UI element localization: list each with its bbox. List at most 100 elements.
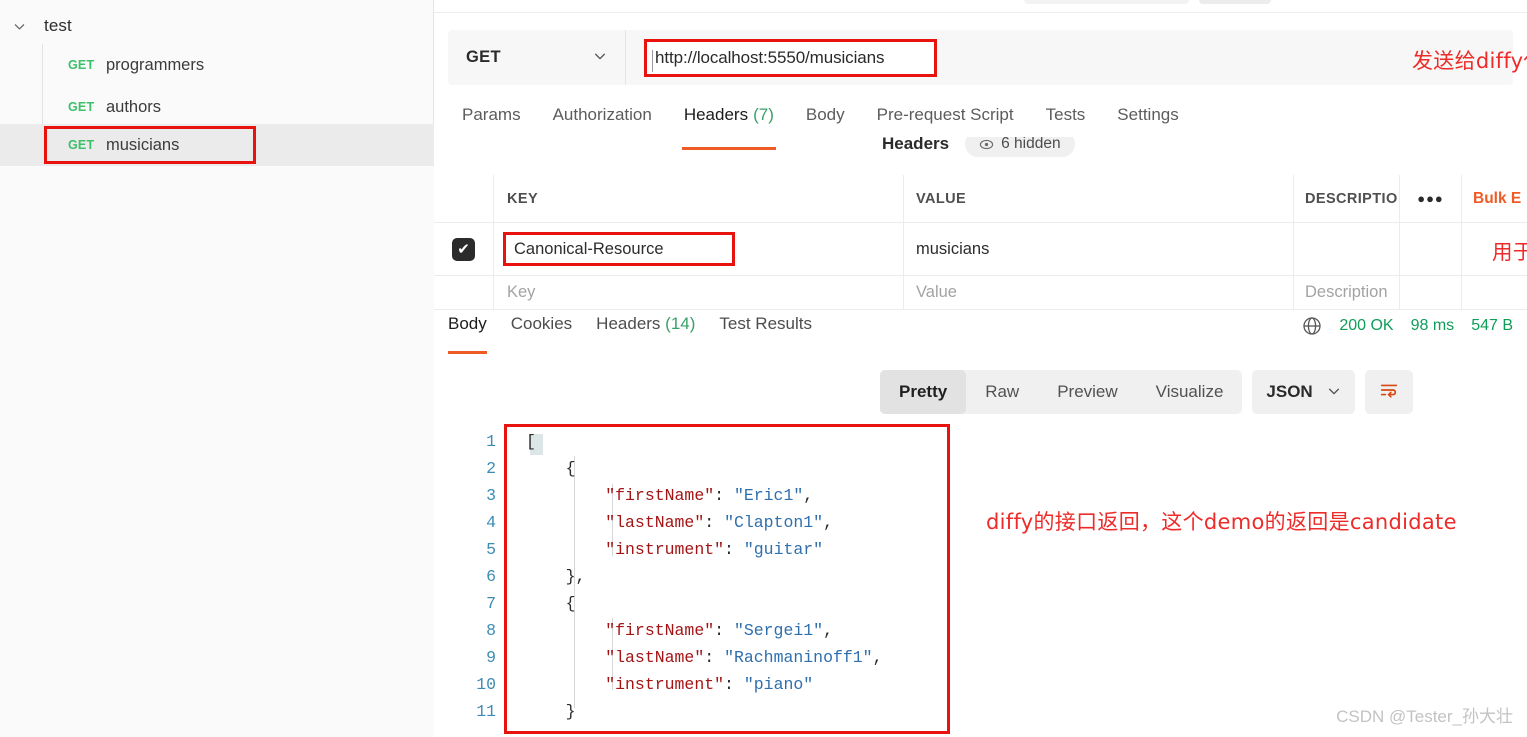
highlight-box-canonical-resource: Canonical-Resource bbox=[503, 232, 735, 266]
tab-label: Params bbox=[462, 105, 521, 124]
top-divider bbox=[434, 12, 1527, 13]
status-badge: 200 OK bbox=[1339, 317, 1394, 334]
clipped-save-button[interactable] bbox=[1024, 0, 1189, 4]
code-line: 8 "firstName": "Sergei1", bbox=[470, 617, 883, 644]
header-value-text: musicians bbox=[916, 239, 990, 258]
code-text: [ bbox=[526, 432, 536, 451]
view-mode-visualize[interactable]: Visualize bbox=[1137, 370, 1243, 414]
format-selector[interactable]: JSON bbox=[1252, 370, 1355, 414]
select-all-cell[interactable] bbox=[434, 175, 494, 222]
word-wrap-toggle[interactable] bbox=[1364, 370, 1413, 414]
method-selector[interactable]: GET bbox=[448, 30, 626, 85]
request-name-label: programmers bbox=[106, 55, 205, 74]
tab-label: Headers bbox=[683, 105, 749, 124]
code-lines: 1[2 {3 "firstName": "Eric1", 4 "lastName"… bbox=[470, 428, 883, 725]
bulk-edit-button[interactable]: Bulk E bbox=[1462, 175, 1527, 222]
tab-label: Body bbox=[805, 105, 845, 124]
header-description-cell[interactable] bbox=[1294, 223, 1399, 275]
code-text: "lastName": "Rachmaninoff1", bbox=[605, 648, 883, 667]
table-row: ✔ Canonical-Resource musicians bbox=[434, 223, 1527, 276]
header-value-cell[interactable]: musicians bbox=[904, 223, 1294, 275]
tab-label: Test Results bbox=[719, 314, 812, 333]
response-tab-headers[interactable]: Headers (14) bbox=[584, 314, 707, 350]
line-number: 3 bbox=[486, 486, 496, 505]
code-text: "firstName": "Sergei1", bbox=[605, 621, 833, 640]
checkbox-checked-icon[interactable]: ✔ bbox=[452, 237, 475, 261]
placeholder-key-cell[interactable]: Key bbox=[494, 276, 904, 309]
code-text: { bbox=[526, 459, 576, 478]
hidden-headers-pill[interactable]: 6 hidden bbox=[965, 137, 1075, 157]
request-method-label: GET bbox=[68, 58, 95, 72]
highlight-box-musicians bbox=[44, 126, 256, 164]
column-header-value: VALUE bbox=[916, 190, 967, 207]
header-key-text: Canonical-Resource bbox=[514, 239, 664, 258]
tab-count: (7) bbox=[753, 105, 774, 124]
placeholder-spacer-cell bbox=[1462, 276, 1527, 309]
code-line: 11 } bbox=[470, 698, 883, 725]
sidebar-item-programmers[interactable]: GET programmers bbox=[0, 44, 434, 86]
line-number: 1 bbox=[486, 432, 496, 451]
code-text: } bbox=[526, 702, 576, 721]
headers-table: KEY VALUE DESCRIPTIO ●●● Bulk E ✔ Canoni… bbox=[434, 175, 1527, 310]
chevron-down-icon[interactable] bbox=[1327, 384, 1341, 401]
code-text: "instrument": "guitar" bbox=[605, 540, 824, 559]
request-method-label: GET bbox=[68, 100, 95, 114]
line-number: 11 bbox=[476, 702, 496, 721]
view-mode-segmented-control: Pretty Raw Preview Visualize bbox=[880, 370, 1243, 414]
line-number: 7 bbox=[486, 594, 496, 613]
annotation-diffy-return: diffy的接口返回，这个demo的返回是candidate bbox=[986, 510, 1457, 534]
ellipsis-icon: ●●● bbox=[1417, 191, 1444, 206]
code-text: { bbox=[526, 594, 576, 613]
line-number: 6 bbox=[486, 567, 496, 586]
line-number: 5 bbox=[486, 540, 496, 559]
headers-subtitle-strip: Headers 6 hidden bbox=[882, 137, 1522, 163]
view-mode-pretty[interactable]: Pretty bbox=[880, 370, 967, 414]
tab-label: Pre-request Script bbox=[876, 105, 1014, 124]
column-header-description: DESCRIPTIO bbox=[1305, 190, 1398, 207]
response-body-viewer[interactable]: 1[2 {3 "firstName": "Eric1", 4 "lastName"… bbox=[434, 428, 1527, 737]
clipped-save-dropdown-button[interactable] bbox=[1199, 0, 1271, 4]
line-number: 9 bbox=[486, 648, 496, 667]
placeholder-checkbox-cell[interactable] bbox=[434, 276, 494, 309]
collection-row-test[interactable]: test bbox=[0, 8, 434, 44]
placeholder-value-text: Value bbox=[916, 283, 957, 301]
placeholder-value-cell[interactable]: Value bbox=[904, 276, 1294, 309]
view-mode-preview[interactable]: Preview bbox=[1038, 370, 1136, 414]
row-checkbox-cell[interactable]: ✔ bbox=[434, 223, 494, 275]
tab-authorization[interactable]: Authorization bbox=[537, 104, 668, 144]
highlight-box-response-body-bottom bbox=[504, 731, 950, 734]
tab-label: Tests bbox=[1045, 105, 1086, 124]
annotation-identify-report: 用于标识展示报告 bbox=[1492, 240, 1527, 264]
response-tab-test-results[interactable]: Test Results bbox=[707, 314, 824, 350]
code-line: 1[ bbox=[470, 428, 883, 455]
response-tab-body[interactable]: Body bbox=[434, 314, 499, 354]
chevron-down-icon[interactable] bbox=[593, 49, 607, 66]
postman-window: test GET programmers GET authors GET mus… bbox=[0, 0, 1527, 737]
tab-body[interactable]: Body bbox=[790, 104, 861, 144]
placeholder-description-cell[interactable]: Description bbox=[1294, 276, 1399, 309]
row-options-cell[interactable] bbox=[1399, 223, 1462, 275]
code-line: 2 { bbox=[470, 455, 883, 482]
sidebar-item-authors[interactable]: GET authors bbox=[0, 86, 434, 128]
line-number: 10 bbox=[476, 675, 496, 694]
placeholder-key-text: Key bbox=[507, 283, 536, 301]
response-tab-cookies[interactable]: Cookies bbox=[499, 314, 584, 350]
placeholder-options-cell bbox=[1399, 276, 1462, 309]
globe-icon[interactable] bbox=[1302, 316, 1322, 336]
url-input[interactable]: http://localhost:5550/musicians bbox=[644, 39, 937, 77]
code-text: "firstName": "Eric1", bbox=[605, 486, 814, 505]
collection-name: test bbox=[44, 16, 72, 35]
hidden-headers-label: 6 hidden bbox=[1001, 137, 1061, 152]
table-header-row: KEY VALUE DESCRIPTIO ●●● Bulk E bbox=[434, 175, 1527, 223]
format-label: JSON bbox=[1266, 382, 1313, 401]
view-mode-raw[interactable]: Raw bbox=[966, 370, 1038, 414]
chevron-down-icon[interactable] bbox=[10, 17, 28, 35]
table-options-button[interactable]: ●●● bbox=[1399, 175, 1462, 222]
code-line: 7 { bbox=[470, 590, 883, 617]
watermark: CSDN @Tester_孙大壮 bbox=[1336, 707, 1513, 726]
tab-params[interactable]: Params bbox=[448, 104, 537, 144]
tab-label: Body bbox=[448, 314, 487, 333]
tab-headers[interactable]: Headers (7) bbox=[668, 104, 790, 150]
header-key-cell[interactable]: Canonical-Resource bbox=[494, 223, 904, 275]
request-name-label: authors bbox=[106, 97, 162, 116]
